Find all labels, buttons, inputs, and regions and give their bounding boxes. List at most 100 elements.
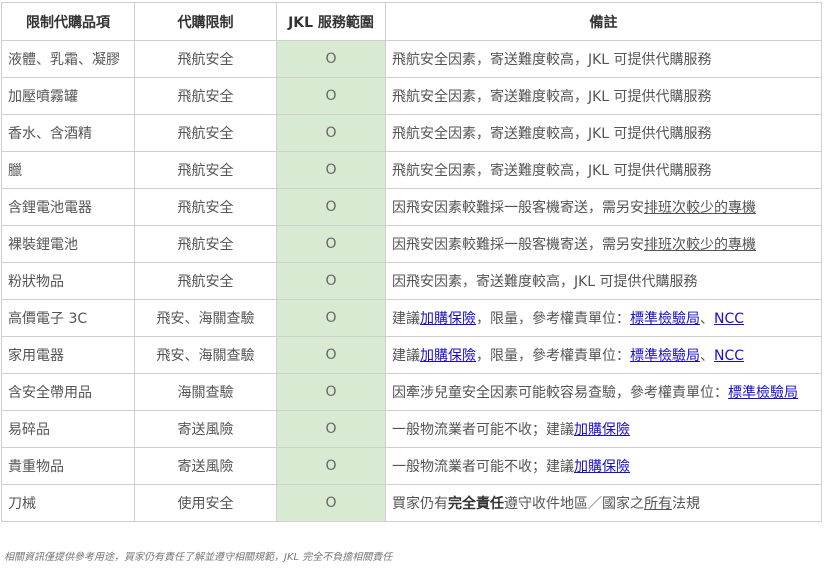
table-row: 香水、含酒精 飛航安全 O 飛航安全因素，寄送難度較高，JKL 可提供代購服務 — [1, 114, 822, 152]
note-underlined-text: 排班次較少的專機 — [644, 200, 756, 216]
note-cell: 因飛安因素較難採一般客機寄送，需另安排班次較少的專機 — [385, 225, 822, 263]
table-header-row: 限制代購品項 代購限制 JKL 服務範圍 備註 — [1, 2, 822, 41]
bsmi-link[interactable]: 標準檢驗局 — [630, 348, 700, 364]
scope-cell: O — [276, 77, 386, 115]
scope-cell: O — [276, 484, 386, 522]
note-underlined-text: 所有 — [644, 496, 672, 512]
limit-cell: 海關查驗 — [134, 373, 277, 411]
limit-cell: 飛航安全 — [134, 151, 277, 189]
item-cell: 高價電子 3C — [1, 299, 135, 337]
disclaimer-text: 相關資訊僅提供參考用途，買家仍有責任了解並遵守相關規範，JKL 完全不負擔相關責… — [4, 552, 393, 563]
note-text: 一般物流業者可能不收；建議 — [392, 459, 574, 475]
scope-cell: O — [276, 114, 386, 152]
insurance-link[interactable]: 加購保險 — [574, 422, 630, 438]
header-limit: 代購限制 — [134, 2, 277, 41]
table-row: 易碎品 寄送風險 O 一般物流業者可能不收；建議加購保險 — [1, 410, 822, 448]
note-cell: 因牽涉兒童安全因素可能較容易查驗，參考權責單位：標準檢驗局 — [385, 373, 822, 411]
item-cell: 加壓噴霧罐 — [1, 77, 135, 115]
separator: 、 — [700, 311, 714, 327]
table-row: 刀械 使用安全 O 買家仍有完全責任遵守收件地區／國家之所有法規 — [1, 484, 822, 522]
table-row: 粉狀物品 飛航安全 O 因飛安因素，寄送難度較高，JKL 可提供代購服務 — [1, 262, 822, 300]
note-text: 遵守收件地區／國家之 — [504, 496, 644, 512]
note-cell: 一般物流業者可能不收；建議加購保險 — [385, 410, 822, 448]
limit-cell: 飛航安全 — [134, 114, 277, 152]
note-text: 因飛安因素較難採一般客機寄送，需另安 — [392, 237, 644, 253]
note-text: 買家仍有 — [392, 496, 448, 512]
limit-cell: 飛航安全 — [134, 225, 277, 263]
note-cell: 飛航安全因素，寄送難度較高，JKL 可提供代購服務 — [385, 114, 822, 152]
header-scope: JKL 服務範圍 — [276, 2, 386, 41]
note-text: 建議 — [392, 311, 420, 327]
scope-cell: O — [276, 299, 386, 337]
limit-cell: 飛航安全 — [134, 262, 277, 300]
table-row: 液體、乳霜、凝膠 飛航安全 O 飛航安全因素，寄送難度較高，JKL 可提供代購服… — [1, 40, 822, 78]
note-cell: 因飛安因素，寄送難度較高，JKL 可提供代購服務 — [385, 262, 822, 300]
table-row: 臘 飛航安全 O 飛航安全因素，寄送難度較高，JKL 可提供代購服務 — [1, 151, 822, 189]
item-cell: 貴重物品 — [1, 447, 135, 485]
header-note: 備註 — [385, 2, 822, 41]
scope-cell: O — [276, 262, 386, 300]
table-row: 家用電器 飛安、海關查驗 O 建議加購保險，限量，參考權責單位：標準檢驗局、NC… — [1, 336, 822, 374]
note-text: 因牽涉兒童安全因素可能較容易查驗，參考權責單位： — [392, 385, 728, 401]
note-cell: 飛航安全因素，寄送難度較高，JKL 可提供代購服務 — [385, 77, 822, 115]
table-row: 高價電子 3C 飛安、海關查驗 O 建議加購保險，限量，參考權責單位：標準檢驗局… — [1, 299, 822, 337]
bsmi-link[interactable]: 標準檢驗局 — [630, 311, 700, 327]
note-text: 法規 — [672, 496, 700, 512]
item-cell: 粉狀物品 — [1, 262, 135, 300]
insurance-link[interactable]: 加購保險 — [574, 459, 630, 475]
insurance-link[interactable]: 加購保險 — [420, 311, 476, 327]
item-cell: 刀械 — [1, 484, 135, 522]
note-cell: 飛航安全因素，寄送難度較高，JKL 可提供代購服務 — [385, 40, 822, 78]
insurance-link[interactable]: 加購保險 — [420, 348, 476, 364]
item-cell: 香水、含酒精 — [1, 114, 135, 152]
limit-cell: 飛安、海關查驗 — [134, 299, 277, 337]
item-cell: 裸裝鋰電池 — [1, 225, 135, 263]
separator: 、 — [700, 348, 714, 364]
limit-cell: 飛航安全 — [134, 77, 277, 115]
note-text: 一般物流業者可能不收；建議 — [392, 422, 574, 438]
note-text: 因飛安因素較難採一般客機寄送，需另安 — [392, 200, 644, 216]
note-cell: 飛航安全因素，寄送難度較高，JKL 可提供代購服務 — [385, 151, 822, 189]
limit-cell: 寄送風險 — [134, 410, 277, 448]
scope-cell: O — [276, 373, 386, 411]
item-cell: 含安全帶用品 — [1, 373, 135, 411]
scope-cell: O — [276, 225, 386, 263]
limit-cell: 飛安、海關查驗 — [134, 336, 277, 374]
table-row: 含鋰電池電器 飛航安全 O 因飛安因素較難採一般客機寄送，需另安排班次較少的專機 — [1, 188, 822, 226]
table-row: 貴重物品 寄送風險 O 一般物流業者可能不收；建議加購保險 — [1, 447, 822, 485]
bsmi-link[interactable]: 標準檢驗局 — [728, 385, 798, 401]
scope-cell: O — [276, 447, 386, 485]
ncc-link[interactable]: NCC — [714, 348, 744, 364]
note-text: ，限量，參考權責單位： — [476, 348, 630, 364]
limit-cell: 使用安全 — [134, 484, 277, 522]
note-cell: 建議加購保險，限量，參考權責單位：標準檢驗局、NCC — [385, 299, 822, 337]
scope-cell: O — [276, 151, 386, 189]
table-row: 裸裝鋰電池 飛航安全 O 因飛安因素較難採一般客機寄送，需另安排班次較少的專機 — [1, 225, 822, 263]
scope-cell: O — [276, 410, 386, 448]
header-item: 限制代購品項 — [1, 2, 135, 41]
table-row: 含安全帶用品 海關查驗 O 因牽涉兒童安全因素可能較容易查驗，參考權責單位：標準… — [1, 373, 822, 411]
note-text: ，限量，參考權責單位： — [476, 311, 630, 327]
item-cell: 液體、乳霜、凝膠 — [1, 40, 135, 78]
note-underlined-text: 排班次較少的專機 — [644, 237, 756, 253]
note-cell: 買家仍有完全責任遵守收件地區／國家之所有法規 — [385, 484, 822, 522]
scope-cell: O — [276, 336, 386, 374]
ncc-link[interactable]: NCC — [714, 311, 744, 327]
item-cell: 含鋰電池電器 — [1, 188, 135, 226]
item-cell: 家用電器 — [1, 336, 135, 374]
note-bold-text: 完全責任 — [448, 496, 504, 512]
limit-cell: 飛航安全 — [134, 40, 277, 78]
restricted-items-table: 限制代購品項 代購限制 JKL 服務範圍 備註 液體、乳霜、凝膠 飛航安全 O … — [1, 2, 822, 522]
item-cell: 易碎品 — [1, 410, 135, 448]
scope-cell: O — [276, 40, 386, 78]
scope-cell: O — [276, 188, 386, 226]
note-cell: 一般物流業者可能不收；建議加購保險 — [385, 447, 822, 485]
page: 限制代購品項 代購限制 JKL 服務範圍 備註 液體、乳霜、凝膠 飛航安全 O … — [0, 0, 824, 568]
table-row: 加壓噴霧罐 飛航安全 O 飛航安全因素，寄送難度較高，JKL 可提供代購服務 — [1, 77, 822, 115]
limit-cell: 飛航安全 — [134, 188, 277, 226]
note-cell: 建議加購保險，限量，參考權責單位：標準檢驗局、NCC — [385, 336, 822, 374]
limit-cell: 寄送風險 — [134, 447, 277, 485]
note-text: 建議 — [392, 348, 420, 364]
note-cell: 因飛安因素較難採一般客機寄送，需另安排班次較少的專機 — [385, 188, 822, 226]
item-cell: 臘 — [1, 151, 135, 189]
